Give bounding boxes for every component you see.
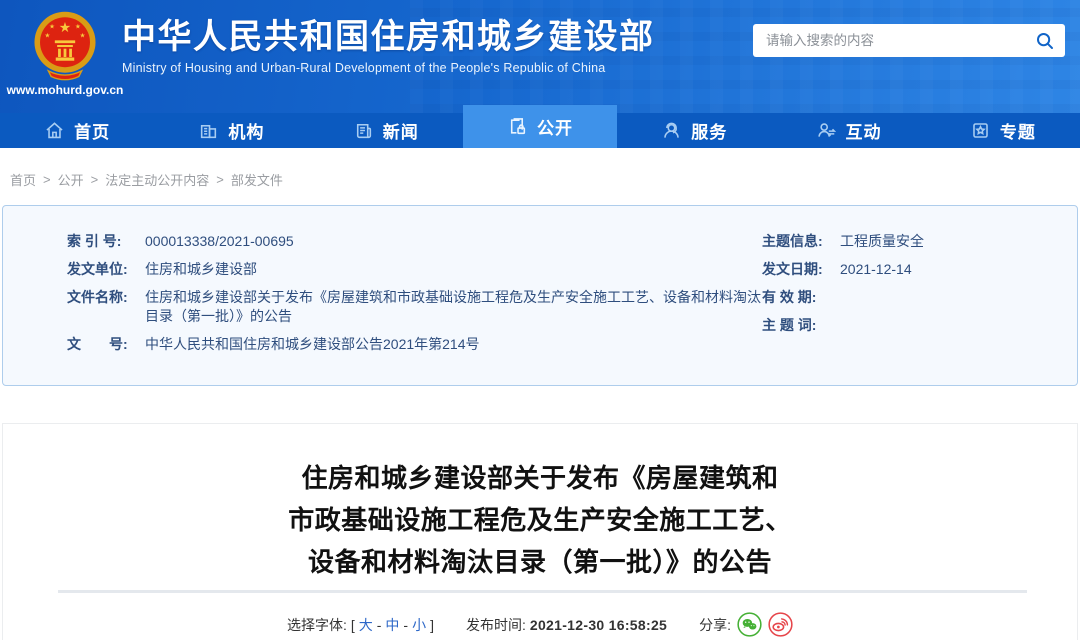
disclosure-icon xyxy=(507,116,528,137)
organization-icon xyxy=(198,120,219,141)
interaction-icon xyxy=(816,120,837,141)
nav-item-news[interactable]: 新闻 xyxy=(309,113,463,148)
svg-text:★: ★ xyxy=(75,23,81,30)
nav-item-label: 新闻 xyxy=(383,118,419,143)
doc-info-row-index-number: 索 引 号: 000013338/2021-00695 xyxy=(67,232,762,251)
field-value xyxy=(840,316,1049,335)
svg-text:★: ★ xyxy=(80,33,86,40)
breadcrumb: 首页 > 公开 > 法定主动公开内容 > 部发文件 xyxy=(0,148,1080,205)
site-subtitle: Ministry of Housing and Urban-Rural Deve… xyxy=(122,61,655,75)
dash: - xyxy=(403,617,408,633)
dash: - xyxy=(377,617,382,633)
field-label: 有 效 期: xyxy=(762,288,840,307)
publish-time: 发布时间: 2021-12-30 16:58:25 xyxy=(466,615,667,635)
nav-item-label: 公开 xyxy=(537,114,573,139)
nav-item-services[interactable]: 服务 xyxy=(617,113,771,148)
field-value xyxy=(840,288,1049,307)
title-divider xyxy=(58,590,1027,593)
doc-info-row-subject-words: 主 题 词: xyxy=(762,316,1049,335)
field-value: 住房和城乡建设部 xyxy=(145,260,762,279)
wechat-share-icon[interactable] xyxy=(737,612,762,637)
breadcrumb-separator: > xyxy=(91,172,99,187)
nav-item-home[interactable]: 首页 xyxy=(0,113,154,148)
nav-item-label: 专题 xyxy=(1000,118,1036,143)
doc-info-row-issue-date: 发文日期: 2021-12-14 xyxy=(762,260,1049,279)
nav-item-topics[interactable]: 专题 xyxy=(926,113,1080,148)
service-icon xyxy=(661,120,682,141)
article-meta-bar: 选择字体: [ 大 - 中 - 小 ] 发布时间: 2021-12-30 16:… xyxy=(3,612,1077,637)
doc-info-box: 索 引 号: 000013338/2021-00695 发文单位: 住房和城乡建… xyxy=(2,205,1078,386)
breadcrumb-separator: > xyxy=(43,172,51,187)
article-box: 住房和城乡建设部关于发布《房屋建筑和 市政基础设施工程危及生产安全施工工艺、 设… xyxy=(2,423,1078,640)
nav-item-organization[interactable]: 机构 xyxy=(154,113,308,148)
font-size-label: 选择字体: xyxy=(287,615,347,635)
doc-info-row-validity-period: 有 效 期: xyxy=(762,288,1049,307)
article-title-line: 设备和材料淘汰目录（第一批）》的公告 xyxy=(3,541,1077,583)
doc-info-row-document-number: 文 号: 中华人民共和国住房和城乡建设部公告2021年第214号 xyxy=(67,335,762,354)
field-value: 工程质量安全 xyxy=(840,232,1049,251)
font-size-selector: 选择字体: [ 大 - 中 - 小 ] xyxy=(287,615,434,635)
publish-time-value: 2021-12-30 16:58:25 xyxy=(530,617,667,633)
share-label: 分享: xyxy=(699,615,731,635)
field-value: 住房和城乡建设部关于发布《房屋建筑和市政基础设施工程危及生产安全施工工艺、设备和… xyxy=(145,288,762,326)
nav-item-disclosure[interactable]: 公开 xyxy=(463,105,617,148)
publish-time-label: 发布时间: xyxy=(466,615,526,635)
weibo-share-icon[interactable] xyxy=(768,612,793,637)
svg-text:★: ★ xyxy=(59,19,71,35)
field-label: 发文日期: xyxy=(762,260,840,279)
news-icon xyxy=(353,120,374,141)
search-box xyxy=(753,24,1065,57)
doc-info-row-issuing-unit: 发文单位: 住房和城乡建设部 xyxy=(67,260,762,279)
font-size-medium-button[interactable]: 中 xyxy=(385,615,399,635)
national-emblem-icon: ★ ★ ★ ★ ★ xyxy=(32,8,98,82)
doc-info-row-subject-info: 主题信息: 工程质量安全 xyxy=(762,232,1049,251)
search-input[interactable] xyxy=(753,24,1031,57)
breadcrumb-item-statutory-content[interactable]: 法定主动公开内容 xyxy=(105,170,209,189)
svg-text:★: ★ xyxy=(49,23,55,30)
field-label: 发文单位: xyxy=(67,260,145,279)
search-icon[interactable] xyxy=(1031,31,1065,51)
nav-item-interaction[interactable]: 互动 xyxy=(771,113,925,148)
field-label: 主 题 词: xyxy=(762,316,840,335)
article-title-line: 市政基础设施工程危及生产安全施工工艺、 xyxy=(3,499,1077,541)
field-value: 中华人民共和国住房和城乡建设部公告2021年第214号 xyxy=(145,335,762,354)
field-value: 2021-12-14 xyxy=(840,260,1049,279)
site-logo[interactable]: ★ ★ ★ ★ ★ www.mohurd.gov.cn xyxy=(0,0,122,97)
site-url: www.mohurd.gov.cn xyxy=(7,83,124,97)
breadcrumb-item-disclosure[interactable]: 公开 xyxy=(58,170,84,189)
field-label: 文 号: xyxy=(67,335,145,354)
field-label: 文件名称: xyxy=(67,288,145,326)
bracket: ] xyxy=(430,617,434,633)
article-title-line: 住房和城乡建设部关于发布《房屋建筑和 xyxy=(3,457,1077,499)
breadcrumb-item-current: 部发文件 xyxy=(231,170,283,189)
doc-info-row-document-name: 文件名称: 住房和城乡建设部关于发布《房屋建筑和市政基础设施工程危及生产安全施工… xyxy=(67,288,762,326)
share-group: 分享: xyxy=(699,612,793,637)
field-label: 索 引 号: xyxy=(67,232,145,251)
font-size-large-button[interactable]: 大 xyxy=(359,615,373,635)
nav-item-label: 互动 xyxy=(846,118,882,143)
share-icons xyxy=(737,612,793,637)
topic-icon xyxy=(970,120,991,141)
bracket: [ xyxy=(351,617,355,633)
field-value: 000013338/2021-00695 xyxy=(145,232,762,251)
breadcrumb-item-home[interactable]: 首页 xyxy=(10,170,36,189)
nav-item-label: 首页 xyxy=(74,118,110,143)
article-title: 住房和城乡建设部关于发布《房屋建筑和 市政基础设施工程危及生产安全施工工艺、 设… xyxy=(3,457,1077,583)
nav-item-label: 服务 xyxy=(691,118,727,143)
svg-text:★: ★ xyxy=(45,33,51,40)
doc-info-right-column: 主题信息: 工程质量安全 发文日期: 2021-12-14 有 效 期: 主 题… xyxy=(762,232,1049,385)
field-label: 主题信息: xyxy=(762,232,840,251)
site-title: 中华人民共和国住房和城乡建设部 xyxy=(122,17,655,57)
site-titles: 中华人民共和国住房和城乡建设部 Ministry of Housing and … xyxy=(122,0,655,75)
nav-item-label: 机构 xyxy=(228,118,264,143)
home-icon xyxy=(44,120,65,141)
main-navigation: 首页 机构 新闻 公开 xyxy=(0,113,1080,148)
doc-info-left-column: 索 引 号: 000013338/2021-00695 发文单位: 住房和城乡建… xyxy=(67,232,762,385)
breadcrumb-separator: > xyxy=(216,172,224,187)
font-size-small-button[interactable]: 小 xyxy=(412,615,426,635)
site-header: ★ ★ ★ ★ ★ www.mohurd.gov.cn 中华人民共和国住房和城乡… xyxy=(0,0,1080,113)
